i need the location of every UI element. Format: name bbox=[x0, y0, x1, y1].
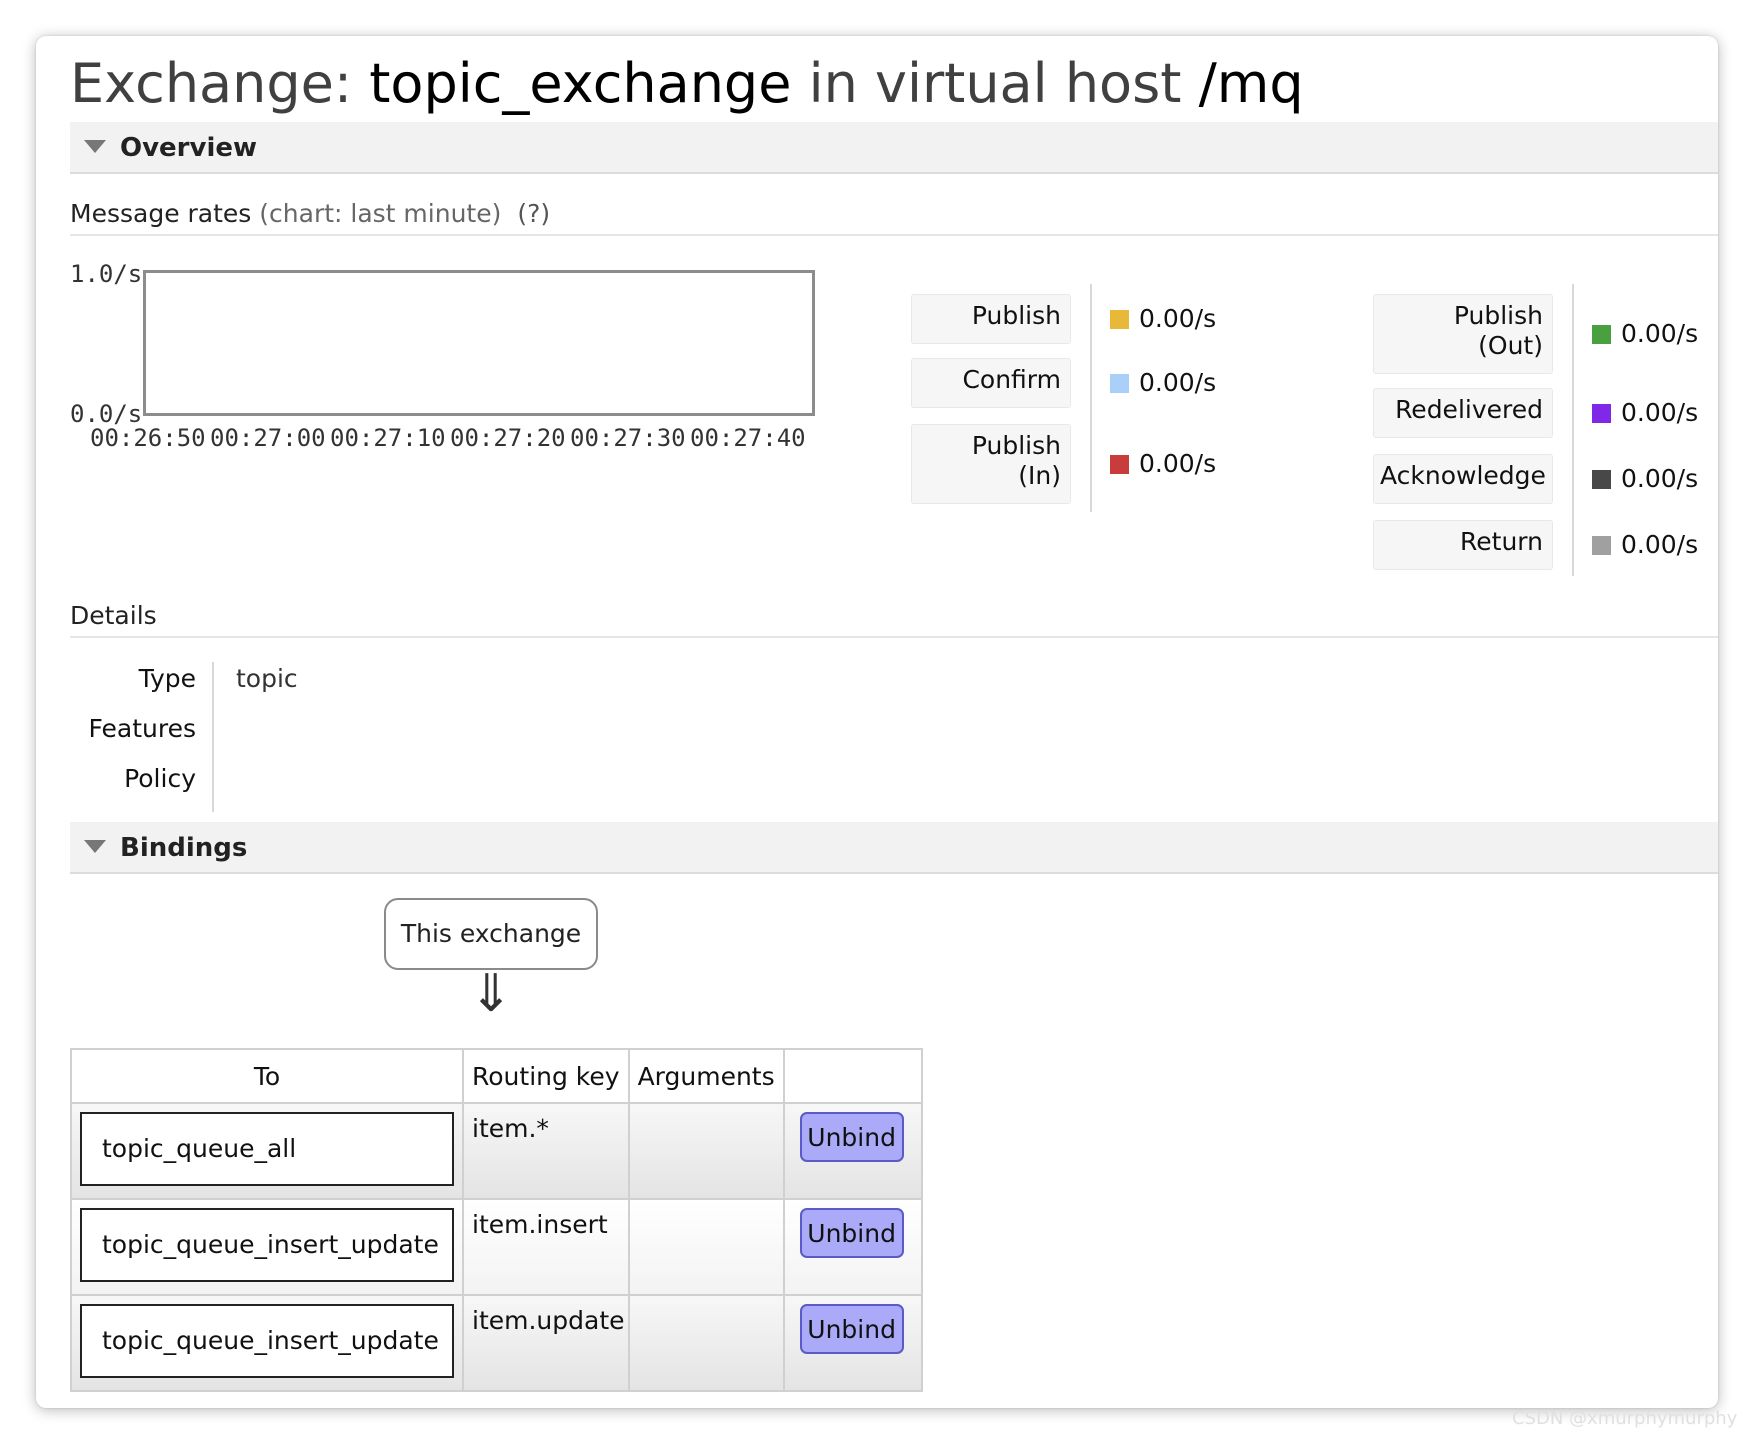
queue-link[interactable]: topic_queue_all bbox=[80, 1112, 454, 1186]
binding-destination-cell: topic_queue_insert_update bbox=[70, 1198, 464, 1296]
rate-text: 0.00/s bbox=[1139, 304, 1217, 333]
collapse-triangle-icon bbox=[84, 840, 106, 853]
detail-value-type: topic bbox=[236, 664, 298, 693]
unbind-button[interactable]: Unbind bbox=[799, 1208, 904, 1258]
action-cell: Unbind bbox=[782, 1102, 923, 1200]
binding-destination-cell: topic_queue_all bbox=[70, 1102, 464, 1200]
legend-divider-right bbox=[1572, 284, 1574, 576]
routing-key-cell: item.* bbox=[462, 1102, 630, 1200]
rate-text: 0.00/s bbox=[1621, 319, 1699, 348]
message-rates-label: Message rates bbox=[70, 199, 252, 228]
chart-range-link[interactable]: (chart: last minute) bbox=[259, 199, 501, 228]
collapse-triangle-icon bbox=[84, 140, 106, 153]
overview-heading: Overview bbox=[120, 133, 258, 163]
legend-rate-value: 0.00/s bbox=[1592, 316, 1698, 352]
legend-divider-left bbox=[1090, 284, 1092, 512]
legend-toggle-confirm[interactable]: Confirm bbox=[911, 358, 1071, 408]
legend-rate-value: 0.00/s bbox=[1110, 301, 1216, 337]
column-header-actions bbox=[782, 1048, 923, 1104]
legend-rate-value: 0.00/s bbox=[1592, 461, 1698, 497]
unbind-button[interactable]: Unbind bbox=[799, 1112, 904, 1162]
column-header-routing-key: Routing key bbox=[462, 1048, 630, 1104]
this-exchange-bubble: This exchange bbox=[384, 898, 598, 970]
rate-text: 0.00/s bbox=[1139, 449, 1217, 478]
rate-text: 0.00/s bbox=[1621, 398, 1699, 427]
watermark: CSDN @xmurphymurphy bbox=[1512, 1408, 1738, 1429]
legend-rate-value: 0.00/s bbox=[1592, 527, 1698, 563]
page-title: Exchange: topic_exchange in virtual host… bbox=[70, 52, 1304, 115]
chart-x-tick-label: 00:27:40 bbox=[690, 424, 806, 452]
rate-text: 0.00/s bbox=[1621, 530, 1699, 559]
legend-toggle-acknowledge[interactable]: Acknowledge bbox=[1373, 454, 1553, 504]
routing-key: item.update bbox=[472, 1306, 625, 1335]
routing-key-cell: item.insert bbox=[462, 1198, 630, 1296]
chart-x-axis: 00:26:50 00:27:00 00:27:10 00:27:20 00:27:30… bbox=[90, 424, 850, 456]
legend-rate-value: 0.00/s bbox=[1592, 395, 1698, 431]
chart-x-tick-label: 00:27:30 bbox=[570, 424, 686, 452]
action-cell: Unbind bbox=[782, 1198, 923, 1296]
bindings-table: To Routing key Arguments topic_queue_all… bbox=[70, 1048, 923, 1392]
routing-key: item.insert bbox=[472, 1210, 608, 1239]
legend-toggle-redelivered[interactable]: Redelivered bbox=[1373, 388, 1553, 438]
routing-key: item.* bbox=[472, 1114, 549, 1143]
detail-key-policy: Policy bbox=[124, 764, 196, 793]
table-row: topic_queue_insert_update item.update Un… bbox=[70, 1294, 923, 1392]
arguments-cell bbox=[627, 1102, 785, 1200]
legend-toggle-return[interactable]: Return bbox=[1373, 520, 1553, 570]
details-divider bbox=[212, 662, 214, 812]
color-swatch-icon bbox=[1592, 404, 1611, 423]
table-row: topic_queue_insert_update item.insert Un… bbox=[70, 1198, 923, 1296]
bindings-heading: Bindings bbox=[120, 833, 248, 863]
legend-rate-value: 0.00/s bbox=[1110, 446, 1216, 482]
legend-toggle-publish-in[interactable]: Publish (In) bbox=[911, 424, 1071, 504]
queue-link[interactable]: topic_queue_insert_update bbox=[80, 1304, 454, 1378]
message-rates-heading: Message rates (chart: last minute) (?) bbox=[70, 196, 1718, 236]
chart-x-tick-label: 00:27:20 bbox=[450, 424, 566, 452]
down-arrow-icon: ⇓ bbox=[469, 964, 513, 1024]
color-swatch-icon bbox=[1592, 325, 1611, 344]
legend-rate-value: 0.00/s bbox=[1110, 365, 1216, 401]
exchange-page: Exchange: topic_exchange in virtual host… bbox=[36, 36, 1718, 1408]
legend-toggle-publish-out[interactable]: Publish (Out) bbox=[1373, 294, 1553, 374]
arguments-cell bbox=[627, 1294, 785, 1392]
binding-destination-cell: topic_queue_insert_update bbox=[70, 1294, 464, 1392]
unbind-button[interactable]: Unbind bbox=[799, 1304, 904, 1354]
message-rates-chart bbox=[143, 270, 815, 416]
detail-key-features: Features bbox=[88, 714, 197, 743]
overview-section-toggle[interactable]: Overview bbox=[70, 122, 1718, 174]
queue-link[interactable]: topic_queue_insert_update bbox=[80, 1208, 454, 1282]
rate-text: 0.00/s bbox=[1621, 464, 1699, 493]
help-link[interactable]: (?) bbox=[517, 199, 550, 228]
bindings-header-row: To Routing key Arguments bbox=[70, 1048, 923, 1104]
table-row: topic_queue_all item.* Unbind bbox=[70, 1102, 923, 1200]
chart-x-tick-label: 00:27:00 bbox=[210, 424, 326, 452]
color-swatch-icon bbox=[1592, 536, 1611, 555]
color-swatch-icon bbox=[1110, 310, 1129, 329]
column-header-arguments: Arguments bbox=[627, 1048, 785, 1104]
bindings-section-toggle[interactable]: Bindings bbox=[70, 822, 1718, 874]
color-swatch-icon bbox=[1110, 374, 1129, 393]
chart-y-max-label: 1.0/s bbox=[70, 260, 143, 288]
legend-toggle-publish[interactable]: Publish bbox=[911, 294, 1071, 344]
column-header-to: To bbox=[70, 1048, 464, 1104]
arguments-cell bbox=[627, 1198, 785, 1296]
color-swatch-icon bbox=[1592, 470, 1611, 489]
chart-x-tick-label: 00:26:50 bbox=[90, 424, 206, 452]
detail-key-type: Type bbox=[138, 664, 196, 693]
rate-text: 0.00/s bbox=[1139, 368, 1217, 397]
routing-key-cell: item.update bbox=[462, 1294, 630, 1392]
action-cell: Unbind bbox=[782, 1294, 923, 1392]
color-swatch-icon bbox=[1110, 455, 1129, 474]
details-heading: Details bbox=[70, 598, 1718, 638]
details-label: Details bbox=[70, 601, 157, 630]
chart-x-tick-label: 00:27:10 bbox=[330, 424, 446, 452]
